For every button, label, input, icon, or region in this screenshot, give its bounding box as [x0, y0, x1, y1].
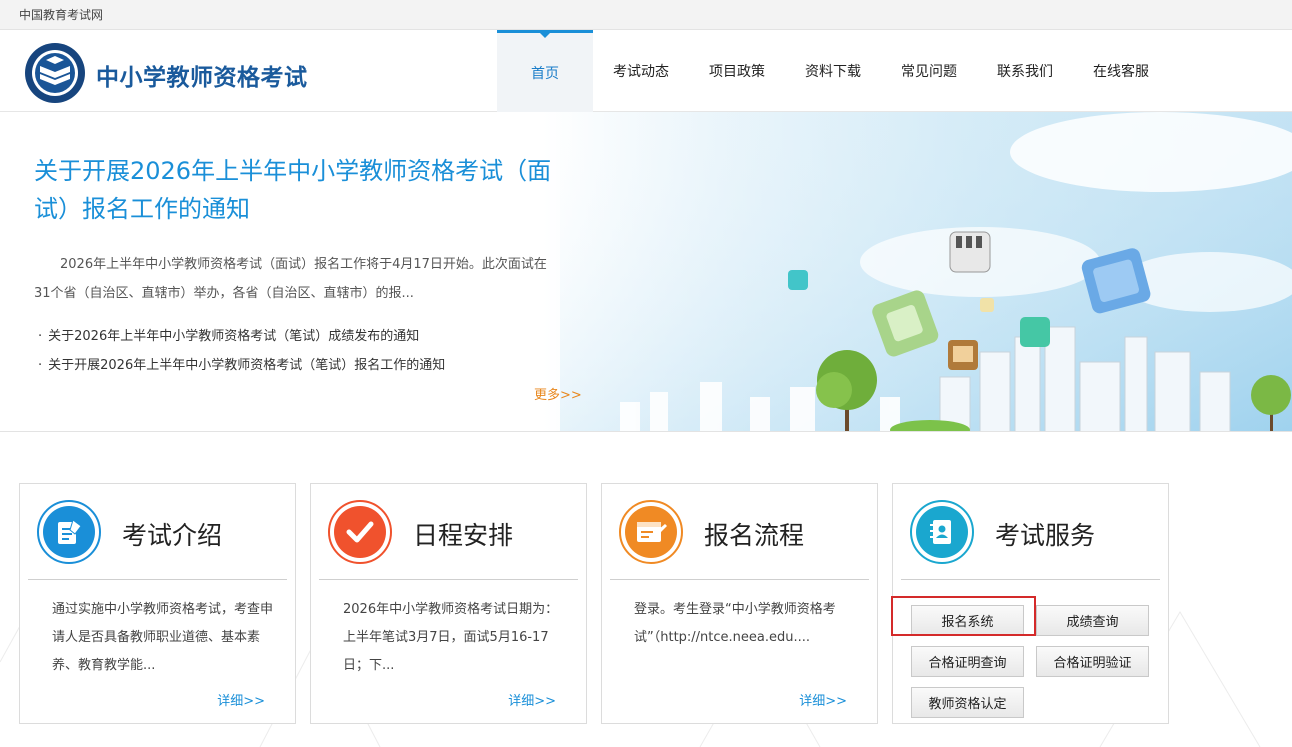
detail-link[interactable]: 详细>>: [217, 690, 265, 709]
card-exam-intro: 考试介绍 通过实施中小学教师资格考试，考查申请人是否具备教师职业道德、基本素养、…: [19, 483, 296, 724]
site-name-link[interactable]: 中国教育考试网: [19, 6, 103, 23]
nav-policy[interactable]: 项目政策: [689, 30, 785, 112]
logo-icon[interactable]: [24, 42, 86, 104]
more-link[interactable]: 更多>>: [534, 384, 582, 403]
detail-link[interactable]: 详细>>: [508, 690, 556, 709]
certificate-query-button[interactable]: 合格证明查询: [911, 646, 1024, 677]
score-query-button[interactable]: 成绩查询: [1036, 605, 1149, 636]
card-icon-wrapper: [328, 500, 392, 564]
banner-description: 2026年上半年中小学教师资格考试（面试）报名工作将于4月17日开始。此次面试在…: [34, 257, 547, 301]
divider: [901, 579, 1160, 580]
divider: [319, 579, 578, 580]
nav-home[interactable]: 首页: [497, 30, 593, 112]
card-schedule: 日程安排 2026年中小学教师资格考试日期为：上半年笔试3月7日，面试5月16-…: [310, 483, 587, 724]
hero-banner: 关于开展2026年上半年中小学教师资格考试（面试）报名工作的通知 2026年上半…: [0, 112, 1292, 432]
news-item[interactable]: · 关于2026年上半年中小学教师资格考试（笔试）成绩发布的通知: [38, 322, 445, 351]
card-text: 登录。考生登录“中小学教师资格考试”（http://ntce.neea.edu.…: [634, 602, 836, 645]
card-title[interactable]: 考试介绍: [122, 516, 222, 552]
nav-downloads[interactable]: 资料下载: [785, 30, 881, 112]
news-list: · 关于2026年上半年中小学教师资格考试（笔试）成绩发布的通知 · 关于开展202…: [38, 322, 445, 380]
registration-form-icon: [637, 522, 667, 542]
contact-book-icon: [930, 520, 951, 544]
card-text: 2026年中小学教师资格考试日期为：上半年笔试3月7日，面试5月16-17日；下…: [343, 602, 559, 673]
banner-illustration: [560, 112, 1292, 431]
top-bar: 中国教育考试网: [0, 0, 1292, 30]
document-pen-icon: [58, 519, 82, 544]
news-item[interactable]: · 关于开展2026年上半年中小学教师资格考试（笔试）报名工作的通知: [38, 351, 445, 380]
card-title[interactable]: 考试服务: [995, 516, 1095, 552]
detail-link[interactable]: 详细>>: [799, 690, 847, 709]
card-text: 通过实施中小学教师资格考试，考查申请人是否具备教师职业道德、基本素养、教育教学能…: [52, 602, 274, 673]
checkmark-icon: [346, 521, 374, 543]
header: 中小学教师资格考试 首页 考试动态 项目政策 资料下载 常见问题 联系我们 在线…: [0, 30, 1292, 112]
bullet-icon: ·: [38, 358, 43, 373]
nav-contact[interactable]: 联系我们: [977, 30, 1073, 112]
card-icon-wrapper: [910, 500, 974, 564]
card-title[interactable]: 日程安排: [413, 516, 513, 552]
bullet-icon: ·: [38, 329, 43, 344]
banner-headline[interactable]: 关于开展2026年上半年中小学教师资格考试（面试）报名工作的通知: [34, 152, 564, 228]
divider: [28, 579, 287, 580]
nav-exam-news[interactable]: 考试动态: [593, 30, 689, 112]
main-nav: 首页 考试动态 项目政策 资料下载 常见问题 联系我们 在线客服: [497, 30, 1169, 112]
card-icon-wrapper: [619, 500, 683, 564]
nav-online-service[interactable]: 在线客服: [1073, 30, 1169, 112]
divider: [610, 579, 869, 580]
card-icon-wrapper: [37, 500, 101, 564]
highlight-frame: [891, 596, 1036, 636]
card-registration-process: 报名流程 登录。考生登录“中小学教师资格考试”（http://ntce.neea…: [601, 483, 878, 724]
card-title[interactable]: 报名流程: [704, 516, 804, 552]
brand-title[interactable]: 中小学教师资格考试: [96, 58, 308, 92]
nav-faq[interactable]: 常见问题: [881, 30, 977, 112]
teacher-qualification-button[interactable]: 教师资格认定: [911, 687, 1024, 718]
certificate-verify-button[interactable]: 合格证明验证: [1036, 646, 1149, 677]
